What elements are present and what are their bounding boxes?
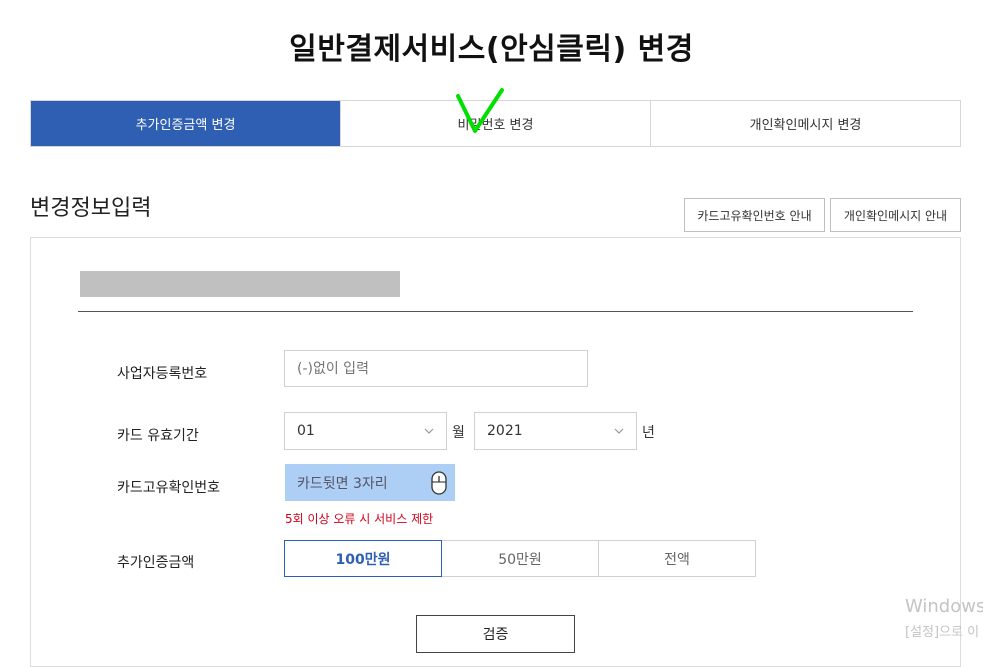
card-code-error-text: 5회 이상 오류 시 서비스 제한 <box>285 512 434 526</box>
redacted-info <box>80 271 400 297</box>
card-code-guide-button[interactable]: 카드고유확인번호 안내 <box>684 198 825 232</box>
chevron-down-icon <box>614 428 624 434</box>
month-unit: 월 <box>452 425 465 441</box>
amount-label: 추가인증금액 <box>117 555 195 571</box>
business-number-label: 사업자등록번호 <box>117 366 208 382</box>
windows-activation-subtext: [설정]으로 이 <box>905 625 980 640</box>
divider <box>78 311 913 312</box>
amount-option-1m[interactable]: 100만원 <box>284 540 442 577</box>
amount-option-500k[interactable]: 50만원 <box>441 540 599 577</box>
tab-additional-auth-amount[interactable]: 추가인증금액 변경 <box>31 101 340 146</box>
business-number-input[interactable] <box>284 350 588 387</box>
card-code-placeholder: 카드뒷면 3자리 <box>297 475 388 492</box>
chevron-down-icon <box>424 428 434 434</box>
tab-personal-message[interactable]: 개인확인메시지 변경 <box>650 101 960 146</box>
windows-activation-watermark: Windows <box>905 596 983 617</box>
expiry-month-select[interactable]: 01 <box>284 412 447 450</box>
green-checkmark-annotation <box>456 88 504 133</box>
expiry-month-value: 01 <box>297 423 315 439</box>
expiry-year-value: 2021 <box>487 423 523 439</box>
card-code-input[interactable]: 카드뒷면 3자리 <box>285 464 455 501</box>
expiry-label: 카드 유효기간 <box>117 428 199 444</box>
form-panel <box>30 237 961 667</box>
verify-button[interactable]: 검증 <box>416 615 575 653</box>
personal-message-guide-button[interactable]: 개인확인메시지 안내 <box>830 198 961 232</box>
amount-options: 100만원 50만원 전액 <box>284 540 756 577</box>
page-title: 일반결제서비스(안심클릭) 변경 <box>289 32 694 67</box>
section-title: 변경정보입력 <box>30 196 152 221</box>
mouse-icon[interactable] <box>431 471 447 495</box>
card-code-label: 카드고유확인번호 <box>117 480 221 496</box>
expiry-year-select[interactable]: 2021 <box>474 412 637 450</box>
year-unit: 년 <box>642 425 655 441</box>
amount-option-full[interactable]: 전액 <box>598 540 756 577</box>
